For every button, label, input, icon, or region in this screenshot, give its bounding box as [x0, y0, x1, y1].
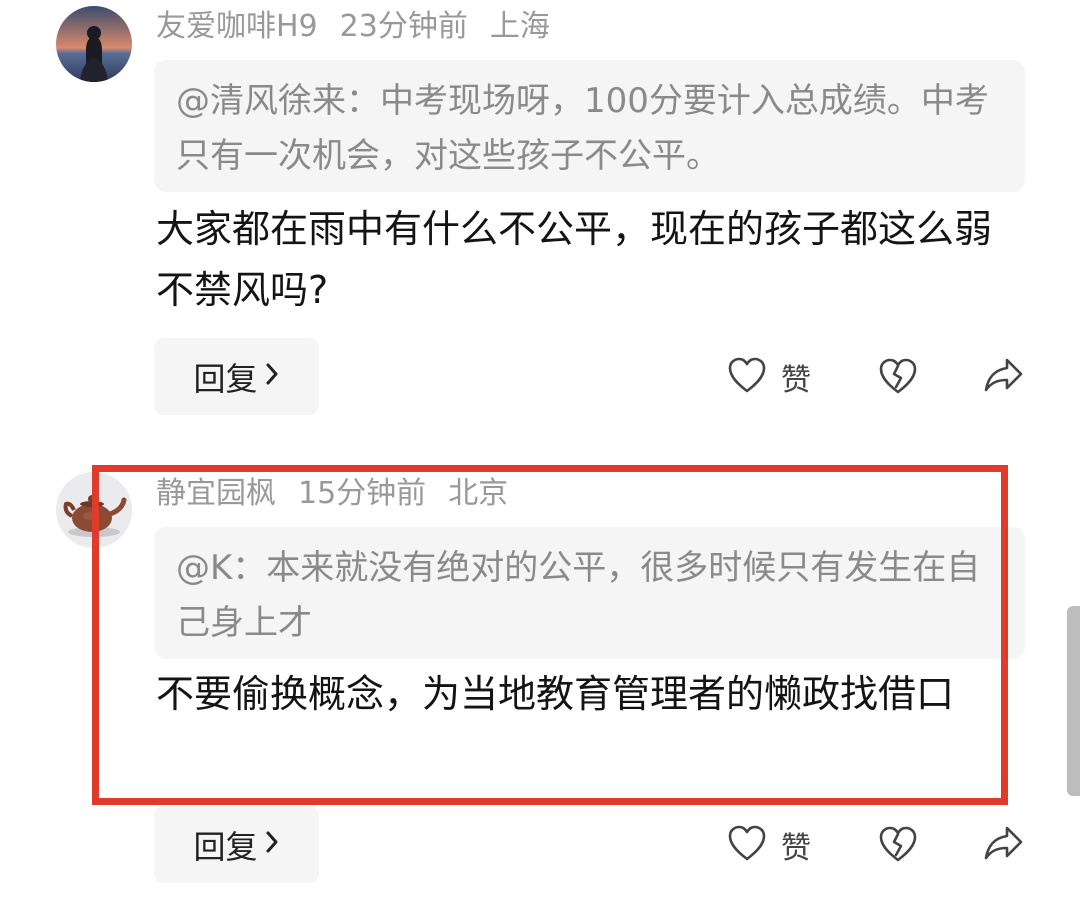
comment-text: 大家都在雨中有什么不公平，现在的孩子都这么弱不禁风吗? — [156, 207, 993, 312]
reply-button[interactable]: 回复 — [154, 338, 319, 415]
timestamp: 15分钟前 — [298, 476, 427, 511]
location: 上海 — [489, 9, 550, 44]
quoted-text: @K：本来就没有绝对的公平，很多时候只有发生在自己身上才 — [176, 548, 981, 643]
broken-heart-icon — [878, 357, 918, 399]
heart-icon — [727, 824, 767, 866]
avatar[interactable] — [56, 6, 132, 82]
quoted-text: @清风徐来：中考现场呀，100分要计入总成绩。中考只有一次机会，对这些孩子不公平… — [176, 81, 989, 176]
reply-label: 回复 — [193, 827, 258, 866]
share-icon — [983, 824, 1025, 866]
chevron-right-icon — [264, 359, 280, 394]
username[interactable]: 静宜园枫 — [156, 476, 276, 511]
comment-meta: 静宜园枫 15分钟前 北京 — [156, 476, 530, 512]
comment-meta: 友爱咖啡H9 23分钟前 上海 — [156, 9, 572, 45]
like-label: 赞 — [781, 363, 811, 398]
like-button[interactable]: 赞 — [727, 823, 811, 867]
broken-heart-icon — [878, 825, 918, 867]
quoted-reply[interactable]: @K：本来就没有绝对的公平，很多时候只有发生在自己身上才 — [154, 527, 1025, 659]
comment-text: 不要偷换概念，为当地教育管理者的懒政找借口 — [156, 672, 955, 716]
like-button[interactable]: 赞 — [727, 355, 811, 399]
share-icon — [983, 356, 1025, 398]
avatar[interactable] — [56, 472, 132, 548]
location: 北京 — [448, 476, 509, 511]
like-label: 赞 — [781, 831, 811, 866]
chevron-right-icon — [264, 827, 280, 862]
share-button[interactable] — [983, 824, 1025, 866]
dislike-button[interactable] — [878, 825, 918, 867]
scrollbar[interactable] — [1067, 606, 1080, 796]
share-button[interactable] — [983, 356, 1025, 398]
timestamp: 23分钟前 — [339, 9, 468, 44]
quoted-reply[interactable]: @清风徐来：中考现场呀，100分要计入总成绩。中考只有一次机会，对这些孩子不公平… — [154, 60, 1025, 192]
username[interactable]: 友爱咖啡H9 — [156, 9, 318, 44]
reply-label: 回复 — [193, 359, 258, 398]
reply-button[interactable]: 回复 — [154, 806, 319, 883]
dislike-button[interactable] — [878, 357, 918, 399]
heart-icon — [727, 356, 767, 398]
